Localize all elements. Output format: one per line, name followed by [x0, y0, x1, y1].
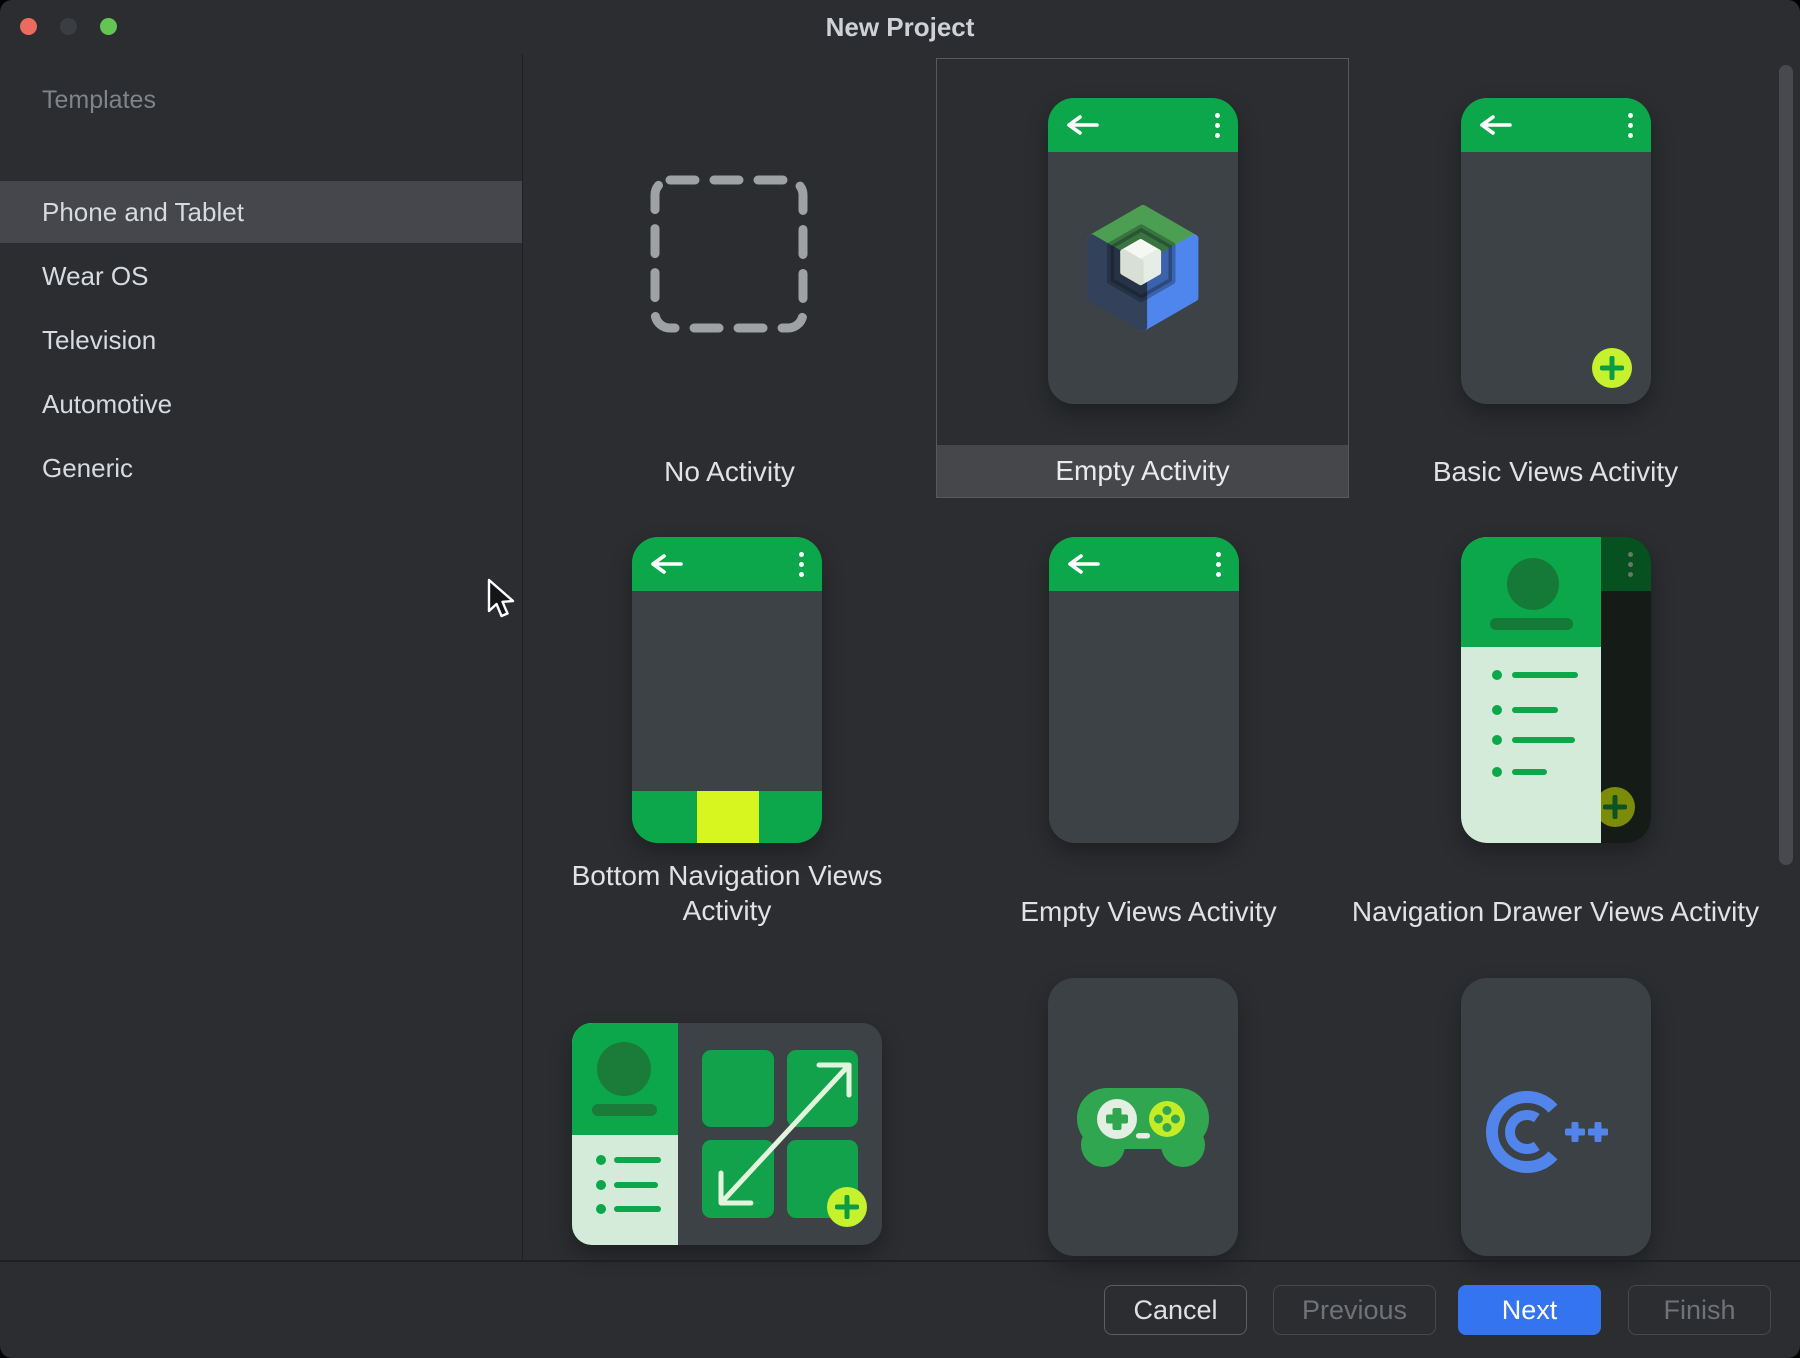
- overflow-menu-icon: [1215, 113, 1220, 138]
- titlebar: New Project: [0, 0, 1800, 54]
- back-arrow-icon: [650, 554, 684, 574]
- sidebar-item-phone-and-tablet[interactable]: Phone and Tablet: [0, 181, 522, 243]
- sidebar-item-generic[interactable]: Generic: [0, 437, 522, 499]
- avatar: [597, 1042, 651, 1096]
- back-arrow-icon: [1066, 115, 1100, 135]
- template-label: Navigation Drawer Views Activity: [1349, 894, 1762, 929]
- gamepad-icon: [1073, 1081, 1213, 1173]
- overflow-menu-icon: [1216, 552, 1221, 577]
- phone-mockup: [1048, 98, 1238, 404]
- phone-mockup: [1461, 537, 1651, 843]
- new-project-dialog: New Project Templates Phone and Tablet W…: [0, 0, 1800, 1358]
- template-card-primary-detail[interactable]: [572, 1023, 882, 1245]
- phone-mockup: [1461, 978, 1651, 1256]
- template-label: Empty Activity: [937, 445, 1348, 497]
- compose-logo-icon: [1077, 202, 1209, 334]
- overflow-menu-icon: [1628, 552, 1633, 577]
- window-title: New Project: [0, 0, 1800, 54]
- overflow-menu-icon: [1628, 113, 1633, 138]
- template-label: Empty Views Activity: [942, 894, 1355, 929]
- footer-divider: [0, 1260, 1800, 1262]
- sidebar-item-television[interactable]: Television: [0, 309, 522, 371]
- template-label: Bottom Navigation Views Activity: [567, 858, 887, 928]
- dashed-placeholder-icon: [649, 174, 809, 334]
- navigation-drawer: [1461, 537, 1601, 843]
- sidebar-divider: [522, 54, 523, 1262]
- templates-header: Templates: [42, 86, 156, 115]
- phone-mockup: [1049, 537, 1239, 843]
- finish-button: Finish: [1628, 1285, 1771, 1335]
- phone-mockup: [1048, 978, 1238, 1256]
- next-button[interactable]: Next: [1458, 1285, 1601, 1335]
- vertical-scrollbar-thumb[interactable]: [1779, 65, 1793, 865]
- phone-mockup: [632, 537, 822, 843]
- template-label: Basic Views Activity: [1349, 454, 1762, 489]
- phone-mockup: [1461, 98, 1651, 404]
- cancel-button[interactable]: Cancel: [1104, 1285, 1247, 1335]
- cpp-icon: [1482, 1084, 1612, 1180]
- fab-plus-icon: [827, 1187, 867, 1227]
- avatar: [1507, 558, 1559, 610]
- previous-button: Previous: [1273, 1285, 1436, 1335]
- mouse-cursor: [486, 578, 518, 622]
- template-label: No Activity: [523, 454, 936, 489]
- fab-plus-icon: [1595, 787, 1635, 827]
- back-arrow-icon: [1479, 115, 1513, 135]
- sidebar-item-wear-os[interactable]: Wear OS: [0, 245, 522, 307]
- drawer-panel: [572, 1023, 678, 1245]
- overflow-menu-icon: [799, 552, 804, 577]
- bottom-nav-bar: [632, 791, 822, 843]
- back-arrow-icon: [1067, 554, 1101, 574]
- sidebar-item-automotive[interactable]: Automotive: [0, 373, 522, 435]
- fab-plus-icon: [1592, 348, 1632, 388]
